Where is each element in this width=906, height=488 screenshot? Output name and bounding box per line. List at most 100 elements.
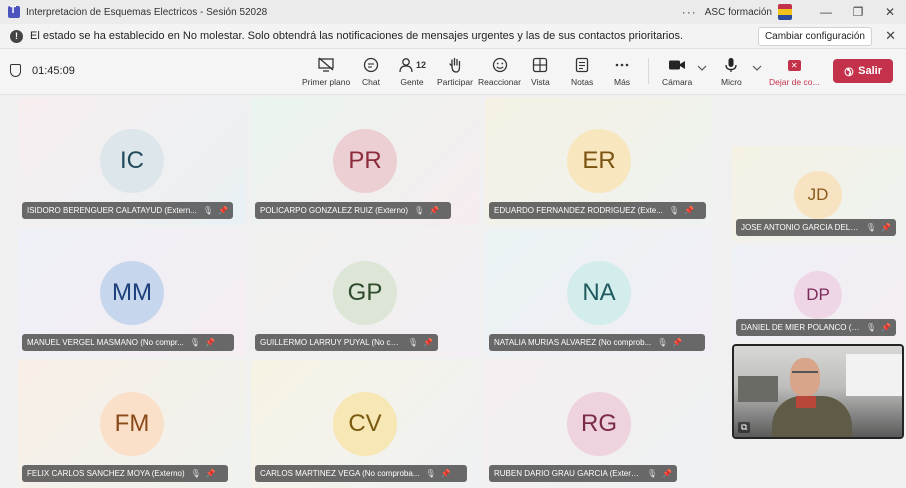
participant-name: ISIDORO BERENGUER CALATAYUD (Extern... — [27, 206, 197, 215]
microphone-label: Micro — [721, 77, 742, 87]
chat-bubble-icon — [362, 55, 380, 75]
more-options-icon[interactable]: ··· — [682, 5, 697, 19]
leave-label: Salir — [858, 65, 883, 77]
participant-tile[interactable]: IC ISIDORO BERENGUER CALATAYUD (Extern...… — [18, 97, 246, 225]
raise-hand-button[interactable]: Participar — [437, 55, 473, 87]
participant-tile[interactable]: GP GUILLERMO LARRUY PUYAL (No comprob... 🎙… — [251, 229, 479, 357]
participant-nametag: FELIX CARLOS SANCHEZ MOYA (Externo) 🎙 📌 — [22, 465, 228, 482]
title-bar: Interpretacion de Esquemas Electricos - … — [0, 0, 906, 24]
participant-nametag: MANUEL VERGEL MASMANO (No compr... 🎙 📌 — [22, 334, 234, 351]
view-button[interactable]: Vista — [531, 55, 550, 87]
notes-icon — [575, 55, 589, 75]
participant-name: POLICARPO GONZALEZ RUIZ (Externo) — [260, 206, 409, 215]
participant-avatar: DP — [794, 271, 842, 319]
chat-button[interactable]: Chat — [362, 55, 380, 87]
phone-hangup-icon: ✆ — [840, 63, 856, 79]
participant-tile[interactable]: RG RUBEN DARIO GRAU GARCIA (Externo) 🎙 📌 — [485, 360, 713, 488]
pin-icon[interactable]: 📌 — [423, 338, 433, 347]
mic-off-icon: 🎙 — [407, 338, 419, 347]
participant-name: JOSE ANTONIO GARCIA DELGA... — [741, 223, 860, 232]
stop-sharing-button[interactable]: ✕ Dejar de co... — [769, 55, 820, 87]
camera-button[interactable]: Cámara — [662, 55, 692, 87]
video-shelf — [738, 376, 778, 402]
participant-tile[interactable]: JD JOSE ANTONIO GARCIA DELGA... 🎙 📌 — [732, 146, 904, 241]
participant-name: MANUEL VERGEL MASMANO (No compr... — [27, 338, 184, 347]
hand-icon — [447, 55, 463, 75]
participant-tile[interactable]: CV CARLOS MARTINEZ VEGA (No comproba... 🎙 📌 — [251, 360, 479, 488]
dnd-notification-bar: ! El estado se ha establecido en No mole… — [0, 24, 906, 49]
info-icon: ! — [10, 29, 23, 43]
camera-options-chevron-icon[interactable] — [697, 64, 707, 74]
video-options-icon[interactable]: ⧉ — [738, 422, 751, 433]
people-button[interactable]: 12 Gente — [398, 55, 426, 87]
organization-name[interactable]: ASC formación — [705, 7, 772, 18]
participant-tile[interactable]: ER EDUARDO FERNANDEZ RODRIGUEZ (Exte... 🎙 📌 — [485, 97, 713, 225]
people-icon — [399, 58, 413, 73]
participant-nametag: RUBEN DARIO GRAU GARCIA (Externo) 🎙 📌 — [489, 465, 677, 482]
pin-icon[interactable]: 📌 — [684, 206, 694, 215]
pin-icon[interactable]: 📌 — [662, 469, 672, 478]
participant-tile[interactable]: MM MANUEL VERGEL MASMANO (No compr... 🎙 📌 — [18, 229, 246, 357]
person-face — [790, 358, 820, 396]
camera-label: Cámara — [662, 77, 693, 87]
participant-tile[interactable]: FM FELIX CARLOS SANCHEZ MOYA (Externo) 🎙 📌 — [18, 360, 246, 488]
video-window-light — [846, 354, 902, 396]
view-label: Vista — [531, 77, 550, 87]
participant-tile[interactable]: NA NATALIA MURIAS ALVAREZ (No comprob... 🎙… — [485, 229, 713, 357]
self-video-tile[interactable]: ⧉ — [732, 344, 904, 439]
mic-off-icon: 🎙 — [425, 469, 436, 478]
react-button[interactable]: Reaccionar — [478, 55, 521, 87]
pin-icon[interactable]: 📌 — [218, 206, 228, 215]
participant-avatar: RG — [567, 392, 631, 456]
participant-tile[interactable]: PR POLICARPO GONZALEZ RUIZ (Externo) 🎙 📌 — [251, 97, 479, 225]
change-settings-button[interactable]: Cambiar configuración — [757, 27, 872, 46]
meeting-timer: 01:45:09 — [32, 64, 75, 77]
mic-off-icon: 🎙 — [657, 338, 668, 347]
restore-button[interactable]: ❐ — [842, 0, 874, 24]
mic-off-icon: 🎙 — [865, 223, 877, 232]
microphone-button[interactable]: Micro — [721, 55, 742, 87]
notification-text: El estado se ha establecido en No molest… — [30, 30, 684, 42]
mic-off-icon: 🎙 — [189, 338, 200, 347]
window-title: Interpretacion de Esquemas Electricos - … — [26, 6, 268, 18]
more-button[interactable]: Más — [614, 55, 630, 87]
person-glasses — [792, 371, 818, 377]
more-label: Más — [614, 77, 631, 87]
participant-avatar: GP — [333, 261, 397, 325]
participant-avatar: PR — [333, 129, 397, 193]
minimize-button[interactable]: — — [810, 0, 842, 24]
organization-logo-icon[interactable] — [778, 4, 792, 20]
mic-off-icon: 🎙 — [646, 469, 658, 478]
notes-button[interactable]: Notas — [571, 55, 593, 87]
grid-view-icon — [532, 55, 548, 75]
pin-icon[interactable]: 📌 — [881, 323, 891, 332]
participant-name: DANIEL DE MIER POLANCO (N... — [741, 323, 860, 332]
monitor-off-icon — [317, 55, 335, 75]
participant-name: GUILLERMO LARRUY PUYAL (No comprob... — [260, 338, 402, 347]
teams-app-icon — [8, 5, 20, 18]
participant-avatar: CV — [333, 392, 397, 456]
close-window-button[interactable]: ✕ — [874, 0, 906, 24]
participant-tile[interactable]: DP DANIEL DE MIER POLANCO (N... 🎙 📌 — [732, 246, 904, 341]
participant-avatar: IC — [100, 129, 164, 193]
pin-icon[interactable]: 📌 — [441, 469, 451, 478]
dismiss-notification-icon[interactable]: ✕ — [885, 28, 896, 44]
shield-icon — [10, 64, 21, 77]
mic-options-chevron-icon[interactable] — [752, 64, 762, 74]
leave-meeting-button[interactable]: ✆ Salir — [833, 59, 893, 83]
mic-off-icon: 🎙 — [190, 469, 201, 478]
notes-label: Notas — [571, 77, 594, 87]
spotlight-button[interactable]: Primer plano — [302, 55, 350, 87]
participant-name: NATALIA MURIAS ALVAREZ (No comprob... — [494, 338, 652, 347]
mic-off-icon: 🎙 — [865, 323, 877, 332]
participant-nametag: ISIDORO BERENGUER CALATAYUD (Extern... 🎙 📌 — [22, 202, 233, 219]
raise-hand-label: Participar — [437, 77, 473, 87]
participant-name: CARLOS MARTINEZ VEGA (No comproba... — [260, 469, 420, 478]
pin-icon[interactable]: 📌 — [881, 223, 891, 232]
pin-icon[interactable]: 📌 — [672, 338, 682, 347]
participant-name: RUBEN DARIO GRAU GARCIA (Externo) — [494, 469, 641, 478]
participant-nametag: POLICARPO GONZALEZ RUIZ (Externo) 🎙 📌 — [255, 202, 451, 219]
pin-icon[interactable]: 📌 — [206, 469, 216, 478]
pin-icon[interactable]: 📌 — [205, 338, 215, 347]
pin-icon[interactable]: 📌 — [429, 206, 439, 215]
